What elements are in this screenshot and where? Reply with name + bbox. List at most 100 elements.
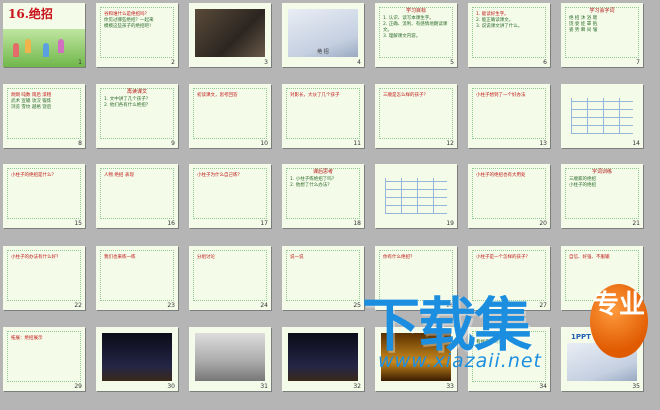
slide-thumbnail-26[interactable]: 你有什么绝招？ 26 [375, 246, 457, 310]
slide-number: 7 [636, 59, 640, 66]
slide-thumbnail-22[interactable]: 小柱子的办法有什么好？ 22 [3, 246, 85, 310]
ppt-logo: 1PPT [571, 333, 591, 341]
slide-thumbnail-20[interactable]: 小柱子的绝招也有大用处 20 [468, 164, 550, 228]
slide-thumbnail-17[interactable]: 小柱子为什么自己练？ 17 [189, 164, 271, 228]
slide-text: 分组讨论 [197, 255, 215, 260]
slide-text: 小柱子为什么自己练？ [197, 173, 242, 178]
slide-number: 13 [539, 140, 547, 147]
slide-thumbnail-12[interactable]: 三顺是怎么样的孩子？ 12 [375, 84, 457, 148]
slide-thumbnail-13[interactable]: 小柱子想到了一个好办法 13 [468, 84, 550, 148]
slide-number: 32 [353, 383, 361, 390]
slide-text: 三顺家的绝招 小柱子的绝招 [569, 177, 596, 188]
slide-photo [102, 333, 172, 381]
slide-thumbnail-27[interactable]: 小柱子是一个怎样的孩子？ 27 [468, 246, 550, 310]
slide-thumbnail-1[interactable]: 16.绝招 1 [3, 3, 85, 67]
slide-thumbnail-5[interactable]: 学习目标 1. 认识、读写本课生字。 2. 正确、流利、有感情地朗读课文。 3. 理解… [375, 3, 457, 67]
slide-frame [565, 168, 639, 219]
slide-text: 小柱子的办法有什么好？ [11, 255, 61, 260]
slide-thumbnail-18[interactable]: 课后思考 1. 小柱子练绝招了吗？ 2. 他想了什么办法？ 18 [282, 164, 364, 228]
slide-thumbnail-33[interactable]: 33 [375, 327, 457, 391]
slide-text: 看拼音写词语 [476, 340, 503, 345]
slide-photo [195, 9, 265, 57]
slide-text: 1. 文中讲了几个孩子？ 2. 他们各有什么绝招？ [104, 97, 151, 108]
slide-photo [288, 333, 358, 381]
kid-figure [13, 43, 19, 57]
slide-number: 4 [357, 59, 361, 66]
slide-text: 三顺是怎么样的孩子？ [383, 93, 428, 98]
slide-number: 24 [260, 302, 268, 309]
slide-sorter-grid: 16.绝招 1 谷和谁什么是绝招吗？ 你见过哪些绝招？一起来 模模这些孩子的绝招吧！ 2 3… [0, 0, 660, 410]
slide-number: 25 [353, 302, 361, 309]
slide-number: 33 [446, 383, 454, 390]
slide-number: 18 [353, 220, 361, 227]
slide-text: 小柱子是一个怎样的孩子？ [476, 255, 530, 260]
slide-number: 31 [260, 383, 268, 390]
slide-number: 20 [539, 220, 547, 227]
slide-frame [100, 88, 174, 139]
slide-text: 说一说 [290, 255, 304, 260]
slide-thumbnail-14[interactable]: 14 [561, 84, 643, 148]
slide-thumbnail-2[interactable]: 谷和谁什么是绝招吗？ 你见过哪些绝招？一起来 模模这些孩子的绝招吧！ 2 [96, 3, 178, 67]
slide-thumbnail-32[interactable]: 32 [282, 327, 364, 391]
slide-thumbnail-11[interactable]: 对影长，大伙了几个孩子 11 [282, 84, 364, 148]
slide-heading: 学习会字词 [589, 8, 615, 14]
slide-thumbnail-25[interactable]: 说一说 25 [282, 246, 364, 310]
slide-thumbnail-21[interactable]: 字词训练 三顺家的绝招 小柱子的绝招 21 [561, 164, 643, 228]
slide-thumbnail-4[interactable]: 绝 招 4 [282, 3, 364, 67]
slide-heading: 学习目标 [405, 8, 426, 14]
slide-text: 人物 绝招 表现 [104, 173, 134, 178]
slide-text: 小柱子想到了一个好办法 [476, 93, 526, 98]
kid-figure [25, 39, 31, 53]
slide-text: 谷和谁什么是绝招吗？ 你见过哪些绝招？一起来 模模这些孩子的绝招吧！ [104, 12, 154, 29]
slide-heading: 课后思考 [312, 169, 333, 175]
slide-number: 14 [632, 140, 640, 147]
slide-text: 我们也来练一练 [104, 255, 136, 260]
slide-number: 16 [167, 220, 175, 227]
slide-photo [567, 343, 637, 381]
slide-number: 29 [74, 383, 82, 390]
slide-text: 你有什么绝招？ [383, 255, 415, 260]
slide-text: 1. 小柱子练绝招了吗？ 2. 他想了什么办法？ [290, 177, 337, 188]
slide-frame [286, 168, 360, 219]
slide-number: 17 [260, 220, 268, 227]
slide-number: 10 [260, 140, 268, 147]
slide-thumbnail-10[interactable]: 初读课文，思考回答 10 [189, 84, 271, 148]
slide-thumbnail-15[interactable]: 小柱子的绝招是什么？ 15 [3, 164, 85, 228]
slide-number: 5 [450, 59, 454, 66]
slide-thumbnail-24[interactable]: 分组讨论 24 [189, 246, 271, 310]
slide-heading: 字词训练 [591, 169, 612, 175]
kid-figure [43, 43, 49, 57]
slide-thumbnail-28[interactable]: 自信、好强、不服输 28 [561, 246, 643, 310]
slide-thumbnail-35[interactable]: 1PPT 35 [561, 327, 643, 391]
slide-number: 27 [539, 302, 547, 309]
slide-thumbnail-3[interactable]: 3 [189, 3, 271, 67]
slide-number: 23 [167, 302, 175, 309]
slide-thumbnail-23[interactable]: 我们也来练一练 23 [96, 246, 178, 310]
slide-thumbnail-6[interactable]: 1. 能读好生字。 2. 能正确读课文。 3. 说说课文讲了什么。 6 [468, 3, 550, 67]
slide-text: 自信、好强、不服输 [569, 255, 610, 260]
slide-thumbnail-30[interactable]: 30 [96, 327, 178, 391]
slide-thumbnail-19[interactable]: 19 [375, 164, 457, 228]
slide-text: 初读课文，思考回答 [197, 93, 238, 98]
slide-thumbnail-8[interactable]: 炯炯 吨数 雨后 漆粗 武术 宣输 攻汉 锻炼 浏览 雪纹 越格 饶后 8 [3, 84, 85, 148]
slide-number: 26 [446, 302, 454, 309]
photo-caption: 绝 招 [317, 49, 329, 55]
slide-number: 30 [167, 383, 175, 390]
slide-number: 11 [353, 140, 361, 147]
slide-thumbnail-29[interactable]: 拓展：绝招展示 29 [3, 327, 85, 391]
slide-thumbnail-34[interactable]: 课堂练习 看拼音写词语 34 [468, 327, 550, 391]
slide-heading: 再读课文 [126, 89, 147, 95]
slide-thumbnail-7[interactable]: 学习会字词绝 招 沐 浴 嗯饶 耍 娃 罩 抱姿 势 瞬 间 皱 7 [561, 3, 643, 67]
slide-text: 小柱子的绝招是什么？ [11, 173, 56, 178]
slide-text: 绝 招 沐 浴 嗯饶 耍 娃 罩 抱姿 势 瞬 间 皱 [569, 16, 598, 33]
slide-number: 15 [74, 220, 82, 227]
slide-thumbnail-16[interactable]: 人物 绝招 表现 16 [96, 164, 178, 228]
slide-frame [472, 331, 546, 382]
slide-number: 1 [78, 59, 82, 66]
slide-thumbnail-31[interactable]: 31 [189, 327, 271, 391]
slide-thumbnail-9[interactable]: 再读课文 1. 文中讲了几个孩子？ 2. 他们各有什么绝招？ 9 [96, 84, 178, 148]
slide-photo [381, 333, 451, 381]
slide-number: 19 [446, 220, 454, 227]
slide-text: 小柱子的绝招也有大用处 [476, 173, 526, 178]
slide-table [385, 178, 447, 214]
